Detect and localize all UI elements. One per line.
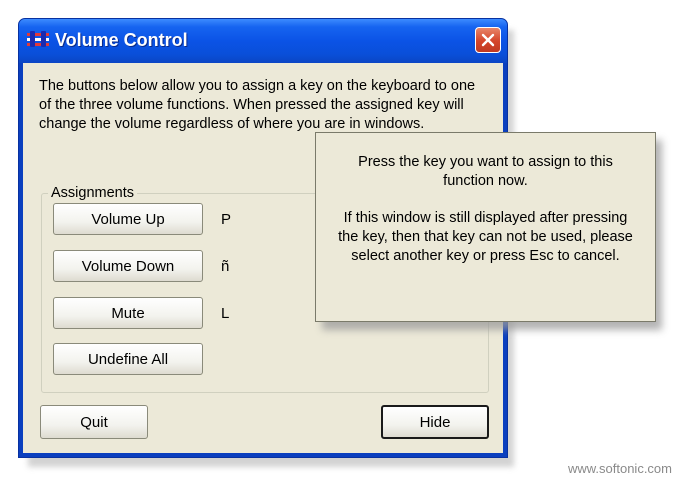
window-title: Volume Control: [55, 30, 188, 50]
hide-button[interactable]: Hide: [381, 405, 489, 439]
volume-control-icon: [27, 31, 49, 47]
undefine-all-button[interactable]: Undefine All: [53, 343, 203, 375]
mute-button[interactable]: Mute: [53, 297, 203, 329]
watermark: www.softonic.com: [567, 461, 672, 476]
close-button[interactable]: [475, 27, 501, 53]
key-prompt-popup: Press the key you want to assign to this…: [315, 132, 656, 322]
popup-instruction: Press the key you want to assign to this…: [358, 154, 613, 189]
description-text: The buttons below allow you to assign a …: [39, 78, 476, 132]
mute-key: L: [221, 305, 230, 322]
volume-down-button[interactable]: Volume Down: [53, 250, 203, 282]
title-bar[interactable]: Volume Control: [19, 19, 507, 63]
assignments-legend: Assignments: [51, 185, 135, 201]
quit-button[interactable]: Quit: [40, 405, 148, 439]
volume-up-button[interactable]: Volume Up: [53, 203, 203, 235]
close-icon: [481, 33, 495, 47]
popup-warning: If this window is still displayed after …: [338, 210, 633, 264]
volume-down-key: ñ: [221, 258, 230, 275]
volume-up-key: P: [221, 211, 232, 228]
